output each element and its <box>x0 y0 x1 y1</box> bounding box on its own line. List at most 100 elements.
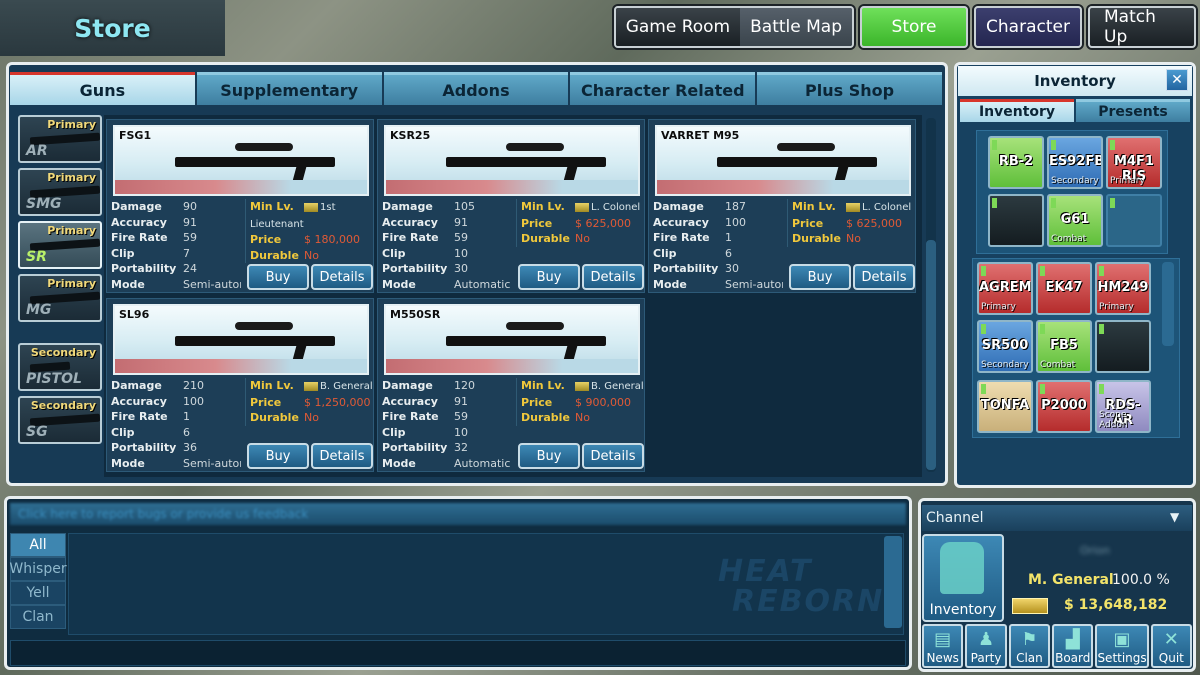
gameroom-battlemap-group: Game Room Battle Map <box>614 6 854 48</box>
gun-grid-scroll-thumb[interactable] <box>926 240 936 470</box>
gun-silhouette <box>446 157 606 167</box>
party-button[interactable]: ♟Party <box>965 624 1006 668</box>
tab-inventory[interactable]: Inventory <box>960 99 1074 122</box>
inventory-slot[interactable]: TONFA <box>977 380 1033 433</box>
equipped-slot[interactable]: ES92FBSecondary <box>1047 136 1103 189</box>
chat-filter-clan[interactable]: Clan <box>10 605 66 629</box>
match-up-button[interactable]: Match Up <box>1088 6 1196 48</box>
stat-row: Clip6 <box>653 246 783 262</box>
inventory-slot[interactable]: SR500Secondary <box>977 320 1033 373</box>
inventory-slot[interactable]: EK47 <box>1036 262 1092 315</box>
stat-row: ModeSemi-autor <box>111 456 241 472</box>
chat-input[interactable] <box>10 640 906 666</box>
details-button[interactable]: Details <box>853 264 915 290</box>
details-button[interactable]: Details <box>311 443 373 469</box>
category-sg[interactable]: SecondarySG <box>18 396 102 444</box>
gun-image: FSG1 <box>113 125 369 196</box>
buy-button[interactable]: Buy <box>247 443 309 469</box>
tab-presents[interactable]: Presents <box>1076 99 1190 122</box>
inventory-slot[interactable]: FB5Combat <box>1036 320 1092 373</box>
news-button[interactable]: ▤News <box>922 624 963 668</box>
equipped-slot[interactable]: RB-2 <box>988 136 1044 189</box>
category-pistol[interactable]: SecondaryPISTOL <box>18 343 102 391</box>
gun-image: M550SR <box>384 304 640 375</box>
inventory-slot[interactable]: P2000 <box>1036 380 1092 433</box>
flag-icon <box>1040 384 1045 394</box>
inventory-title: Inventory <box>958 66 1192 96</box>
gun-stats: Damage120Accuracy91Fire Rate59Clip10Port… <box>382 378 512 472</box>
stat-row: Portability36 <box>111 440 241 456</box>
chat-filters: All Whisper Yell Clan <box>10 533 66 633</box>
category-smg[interactable]: PrimarySMG <box>18 168 102 216</box>
chat-filter-whisper[interactable]: Whisper <box>10 557 66 581</box>
player-money: $ 13,648,182 <box>1064 597 1167 613</box>
details-button[interactable]: Details <box>311 264 373 290</box>
chat-filter-all[interactable]: All <box>10 533 66 557</box>
gun-name: M550SR <box>390 308 440 321</box>
quit-button[interactable]: ✕Quit <box>1151 624 1192 668</box>
equipped-slot[interactable] <box>1106 194 1162 247</box>
equipped-slot[interactable]: G61Combat <box>1047 194 1103 247</box>
equipped-slot[interactable]: M4F1 RISPrimary <box>1106 136 1162 189</box>
tab-guns[interactable]: Guns <box>10 72 195 105</box>
settings-button[interactable]: ▣Settings <box>1095 624 1148 668</box>
board-button[interactable]: ▟Board <box>1052 624 1093 668</box>
equipped-slot[interactable] <box>988 194 1044 247</box>
buy-button[interactable]: Buy <box>247 264 309 290</box>
inventory-slot[interactable] <box>1095 320 1151 373</box>
stat-row: Accuracy100 <box>111 394 241 410</box>
details-button[interactable]: Details <box>582 264 644 290</box>
gun-silhouette <box>175 336 335 346</box>
category-ar[interactable]: PrimaryAR <box>18 115 102 163</box>
inventory-tabs: Inventory Presents <box>960 99 1190 122</box>
feedback-link[interactable]: Click here to report bugs or provide us … <box>10 503 906 525</box>
chat-filter-yell[interactable]: Yell <box>10 581 66 605</box>
chat-scrollbar[interactable] <box>884 536 902 628</box>
rank-icon <box>575 382 589 391</box>
stat-row: Clip10 <box>382 246 512 262</box>
gun-card: FSG1 Damage90Accuracy91Fire Rate59Clip7P… <box>106 119 374 293</box>
gun-name: KSR25 <box>390 129 430 142</box>
rank-icon <box>304 382 318 391</box>
gun-silhouette <box>175 157 335 167</box>
buy-button[interactable]: Buy <box>518 443 580 469</box>
game-room-button[interactable]: Game Room <box>616 8 740 46</box>
close-icon[interactable]: ✕ <box>1166 69 1188 91</box>
player-rank: M. General <box>1028 572 1114 588</box>
tab-character-related[interactable]: Character Related <box>570 72 755 105</box>
inventory-slot[interactable]: HM249Primary <box>1095 262 1151 315</box>
gun-name: FSG1 <box>119 129 151 142</box>
store-button[interactable]: Store <box>860 6 968 48</box>
character-button[interactable]: Character <box>974 6 1082 48</box>
buy-button[interactable]: Buy <box>518 264 580 290</box>
category-mg[interactable]: PrimaryMG <box>18 274 102 322</box>
details-button[interactable]: Details <box>582 443 644 469</box>
flag-icon <box>981 266 986 276</box>
flag-icon <box>1110 198 1115 208</box>
stat-row: Fire Rate59 <box>382 230 512 246</box>
flag-icon: ⚑ <box>1018 630 1040 650</box>
player-exp: 100.0 % <box>1112 572 1170 588</box>
stat-row: Damage187 <box>653 199 783 215</box>
battle-map-button[interactable]: Battle Map <box>740 8 852 46</box>
flag-icon <box>1099 384 1104 394</box>
tab-supplementary[interactable]: Supplementary <box>197 72 382 105</box>
category-sr[interactable]: PrimarySR <box>18 221 102 269</box>
scope-shape <box>777 143 835 151</box>
gun-silhouette <box>446 336 606 346</box>
inventory-scrollbar[interactable] <box>1162 262 1174 346</box>
channel-select[interactable]: Channel <box>922 505 1192 531</box>
tab-plus-shop[interactable]: Plus Shop <box>757 72 942 105</box>
flag-icon <box>1040 324 1045 334</box>
clan-button[interactable]: ⚑Clan <box>1009 624 1050 668</box>
inventory-slot[interactable]: AGREMPrimary <box>977 262 1033 315</box>
buy-button[interactable]: Buy <box>789 264 851 290</box>
gun-info: Min Lv.L. Colonel Price$ 625,000 Durable… <box>516 199 646 247</box>
stat-row: Portability30 <box>382 261 512 277</box>
chevron-down-icon[interactable]: ▼ <box>1170 510 1179 524</box>
tab-addons[interactable]: Addons <box>384 72 569 105</box>
gun-info: Min Lv.L. Colonel Price$ 625,000 Durable… <box>787 199 917 247</box>
inventory-slot[interactable]: RDS-ARScope Addon <box>1095 380 1151 433</box>
stat-row: ModeSemi-autor <box>653 277 783 293</box>
gun-name: SL96 <box>119 308 149 321</box>
